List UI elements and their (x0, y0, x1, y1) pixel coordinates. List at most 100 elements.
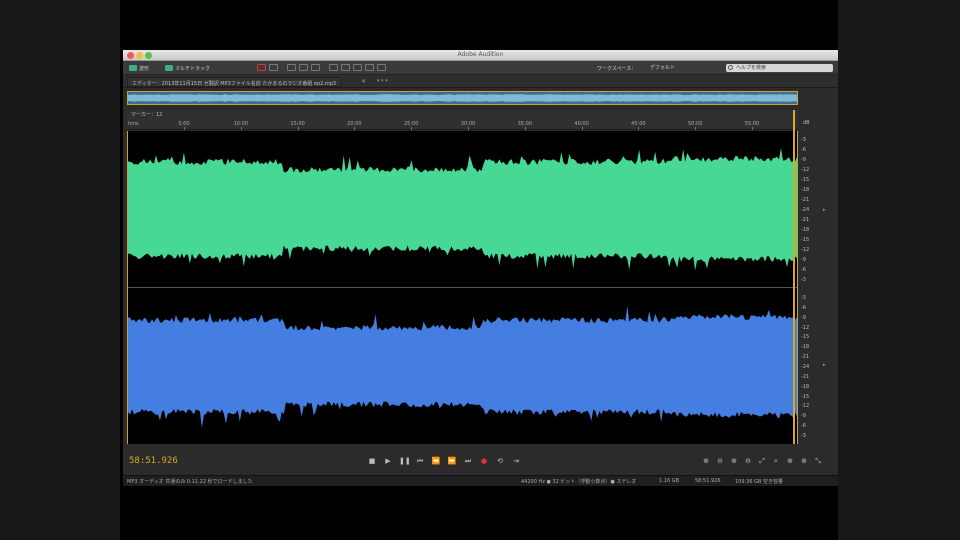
db-label: -9 (801, 257, 806, 263)
pitch-display-icon[interactable] (269, 64, 278, 71)
db-label: -24 (801, 207, 810, 213)
overview-bar[interactable] (127, 91, 798, 105)
spot-healing-tool-icon[interactable] (377, 64, 386, 71)
db-label: -6 (801, 304, 806, 311)
window-title: Adobe Audition (457, 51, 504, 58)
toolbar: 波形 マルチトラック ワークスペース： デフォルト ヘルプを検索 (123, 61, 838, 75)
zoom-in-left-button[interactable]: ⊕ (785, 456, 795, 466)
db-label: -21 (801, 373, 810, 380)
db-label: -15 (801, 237, 810, 243)
record-button[interactable]: ● (479, 456, 489, 466)
marquee-tool-icon[interactable] (341, 64, 350, 71)
db-label: -18 (801, 227, 810, 233)
marker-label: マーカー：12 (131, 112, 163, 118)
db-label: -9 (801, 157, 806, 163)
zoom-reset-button[interactable]: ⤡ (813, 456, 823, 466)
bottom-channel-waveform (128, 306, 797, 429)
go-to-start-button[interactable]: ⏮ (415, 456, 425, 466)
status-message: MP3 オーディオ 共通のみ 0.11.22 秒でロードしました (127, 479, 253, 485)
db-label: -3 (801, 433, 806, 440)
db-scale: -3 -6 -9 -12 -15 -18 -21 -24 -21 -18 -15 -12 -9 -6 -3 -… (799, 131, 819, 444)
letterbox-left (0, 0, 120, 540)
skip-button[interactable]: ⇥ (511, 456, 521, 466)
db-label: -12 (801, 167, 810, 173)
time-selection-tool-icon[interactable] (329, 64, 338, 71)
overview-waveform (128, 94, 797, 102)
db-label: -15 (801, 177, 810, 183)
lasso-tool-icon[interactable] (353, 64, 362, 71)
ruler-tick (184, 127, 185, 130)
db-label: -18 (801, 344, 810, 351)
waveform-view-label: 波形 (139, 65, 150, 72)
db-label: -3 (801, 277, 806, 283)
zoom-in-time-button[interactable]: ⊕ (729, 456, 739, 466)
loop-button[interactable]: ⟲ (495, 456, 505, 466)
editor-menu-icon[interactable]: ▾ ▾ ▾ (377, 78, 388, 84)
search-icon (728, 65, 733, 70)
workspace-select[interactable]: デフォルト (650, 64, 720, 72)
db-label: -15 (801, 334, 810, 341)
channel-divider (128, 287, 797, 288)
db-scale-head: dB (803, 120, 810, 126)
timecode-display: 58:51.926 (129, 456, 178, 466)
bottom-channel-handle-icon[interactable]: ▸ (823, 362, 828, 368)
top-channel-waveform (128, 148, 797, 271)
db-label: -24 (801, 364, 810, 370)
brush-tool-icon[interactable] (365, 64, 374, 71)
close-tab-icon[interactable]: × (361, 78, 366, 85)
play-button[interactable]: ▶ (383, 456, 393, 466)
sample-rate-info: 44100 Hz ● 32 ビット（浮動小数点）● ステレオ (521, 479, 637, 485)
zoom-in-right-button[interactable]: ⊕ (799, 456, 809, 466)
file-size-info: 1.16 GB (659, 478, 680, 484)
db-label: -3 (801, 137, 806, 143)
spectral-display-icon[interactable] (257, 64, 266, 71)
search-placeholder: ヘルプを検索 (736, 65, 767, 71)
top-channel-handle-icon[interactable]: ▸ (823, 207, 828, 213)
multitrack-view-button[interactable]: マルチトラック (165, 64, 210, 72)
free-space-info: 109.36 GB 空き容量 (735, 479, 783, 485)
zoom-out-time-button[interactable]: ⊖ (743, 456, 753, 466)
ruler-tick (524, 127, 526, 130)
waveform-editor[interactable] (127, 131, 798, 444)
letterbox-right (838, 0, 960, 540)
slip-tool-icon[interactable] (311, 64, 320, 71)
waveform-view-button[interactable]: 波形 (129, 64, 149, 72)
ruler-tick (638, 127, 640, 130)
db-label: -15 (801, 393, 810, 400)
duration-info: 58:51.926 (695, 478, 721, 484)
playhead[interactable] (793, 110, 795, 444)
help-search-input[interactable]: ヘルプを検索 (726, 64, 833, 72)
db-label: -12 (801, 324, 810, 331)
rewind-button[interactable]: ⏪ (431, 456, 441, 466)
waveform-icon (129, 65, 137, 71)
db-label: -6 (801, 267, 806, 273)
workspace-label: ワークスペース： (597, 66, 637, 72)
time-ruler[interactable]: マーカー：12 hms 5:00 10:00 15:00 20:00 25:00 30:0… (127, 110, 798, 130)
db-label: -18 (801, 187, 810, 193)
ruler-unit: hms (128, 121, 139, 127)
db-label: -6 (801, 423, 806, 430)
db-label: -18 (801, 383, 810, 390)
stop-button[interactable]: ■ (367, 456, 377, 466)
multitrack-view-label: マルチトラック (175, 65, 211, 72)
razor-tool-icon[interactable] (299, 64, 308, 71)
multitrack-icon (165, 65, 173, 71)
zoom-selection-button[interactable]: ⌕ (771, 456, 781, 466)
go-to-end-button[interactable]: ⏭ (463, 456, 473, 466)
fast-forward-button[interactable]: ⏩ (447, 456, 457, 466)
ruler-tick (240, 127, 242, 130)
pause-button[interactable]: ❚❚ (399, 456, 411, 466)
editor-tab-bar: エディター：2013年11月15日 ゼ翻訳 MP3ファイル名前 たかまるのラジオ… (123, 75, 838, 88)
status-bar: MP3 オーディオ 共通のみ 0.11.22 秒でロードしました 44100 H… (123, 475, 838, 486)
editor-tab[interactable]: エディター：2013年11月15日 ゼ翻訳 MP3ファイル名前 たかまるのラジオ… (127, 77, 342, 87)
zoom-full-button[interactable]: ⤢ (757, 456, 767, 466)
db-label: -12 (801, 403, 810, 410)
zoom-out-amplitude-button[interactable]: ⊖ (715, 456, 725, 466)
zoom-in-amplitude-button[interactable]: ⊕ (701, 456, 711, 466)
move-tool-icon[interactable] (287, 64, 296, 71)
title-bar: Adobe Audition (123, 50, 838, 61)
db-label: -9 (801, 413, 806, 420)
ruler-tick (695, 127, 697, 130)
ruler-tick (468, 127, 469, 130)
ruler-tick (297, 127, 299, 130)
